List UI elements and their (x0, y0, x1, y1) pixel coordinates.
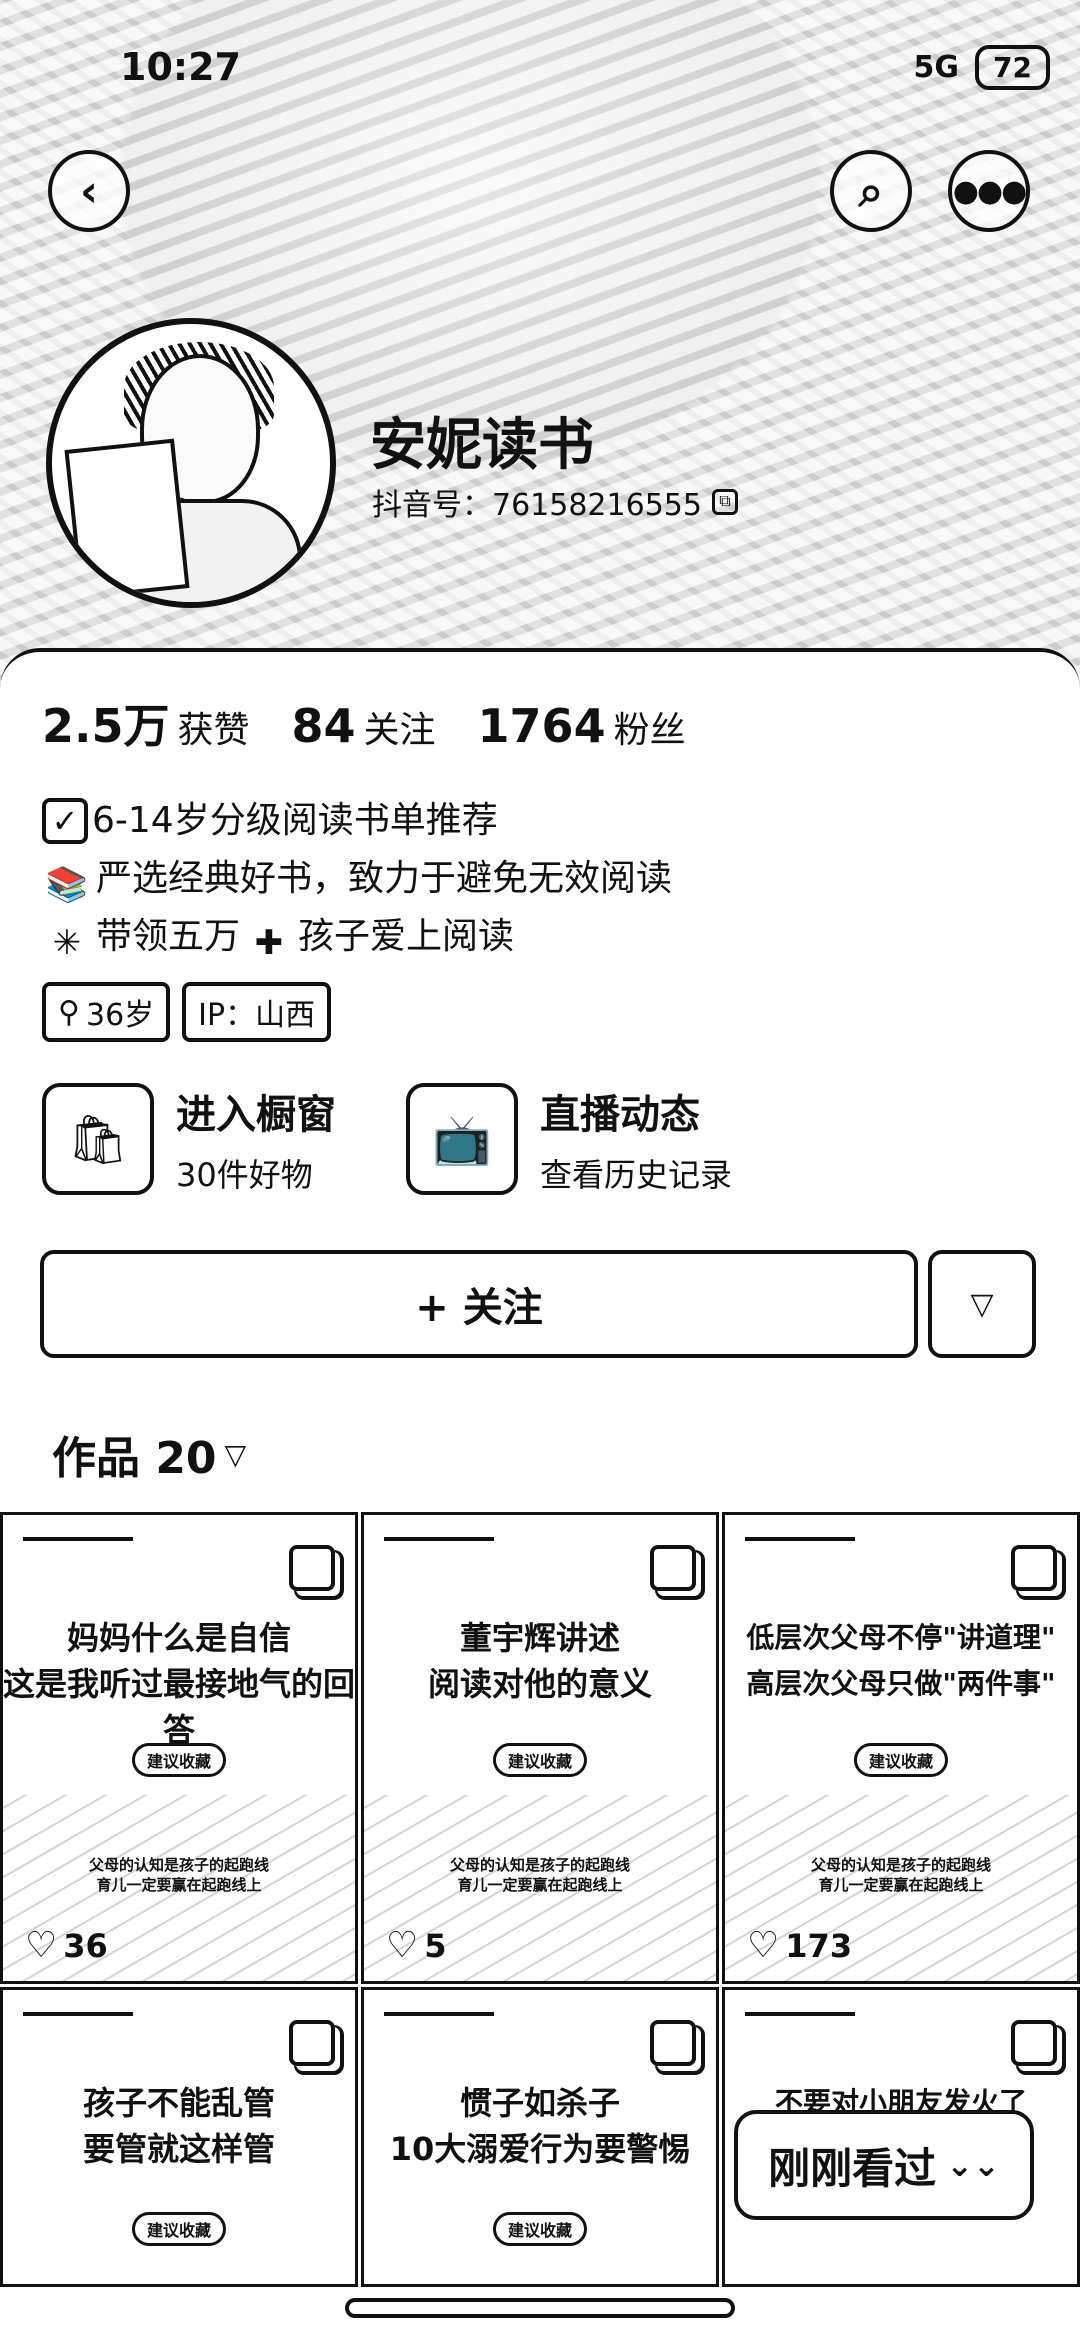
stat-likes-number: 2.5万 (42, 699, 170, 753)
work-likes: ♡ 5 (386, 1925, 447, 1966)
books-icon: 📚 (45, 865, 89, 905)
search-button[interactable]: ⌕ (830, 150, 912, 232)
bio-text-2: 严选经典好书，致力于避免无效阅读 (96, 858, 673, 899)
bio-text-3a: 带领五万 (96, 916, 241, 957)
stat-likes[interactable]: 2.5万 获赞 (42, 690, 250, 756)
stats-row: 2.5万 获赞 84 关注 1764 粉丝 (42, 690, 686, 756)
status-time: 10:27 (120, 45, 241, 89)
shop-window-subtitle: 30件好物 (176, 1156, 313, 1194)
profile-card: 2.5万 获赞 84 关注 1764 粉丝 ✓ 6-14岁分级阅读书单推荐 📚 … (0, 648, 1080, 2337)
live-title: 直播动态 (540, 1092, 700, 1138)
bio-line-1: ✓ 6-14岁分级阅读书单推荐 (42, 792, 672, 850)
douyin-id-text: 抖音号：76158216555 (372, 488, 702, 523)
bio-line-3: ✳ 带领五万 ✚ 孩子爱上阅读 (42, 908, 672, 966)
live-entry[interactable]: 📺 直播动态 查看历史记录 (406, 1082, 732, 1196)
work-tag: 建议收藏 (131, 1743, 227, 1777)
multi-image-icon (289, 1545, 335, 1591)
work-tag: 建议收藏 (131, 2212, 227, 2246)
ip-tag: IP：山西 (182, 982, 332, 1042)
work-title: 董宇辉讲述 阅读对他的意义 (427, 1619, 652, 1703)
battery-icon: 72 (975, 45, 1050, 90)
bio: ✓ 6-14岁分级阅读书单推荐 📚 严选经典好书，致力于避免无效阅读 ✳ 带领五… (42, 792, 672, 966)
work-tag: 建议收藏 (492, 2212, 588, 2246)
work-likes: ♡ 36 (25, 1925, 108, 1966)
work-item[interactable]: 妈妈什么是自信 这是我听过最接地气的回答 建议收藏 父母的认知是孩子的起跑线 育… (0, 1512, 358, 1984)
work-caption: 父母的认知是孩子的起跑线 育儿一定要赢在起跑线上 (449, 1856, 630, 1894)
just-viewed-button[interactable]: 刚刚看过 ⌄⌄ (734, 2110, 1034, 2220)
avatar[interactable] (46, 318, 336, 608)
more-icon: ●●● (952, 173, 1028, 209)
triangle-down-icon: ▽ (970, 1286, 994, 1322)
heart-icon: ♡ (386, 1925, 419, 1966)
work-caption: 父母的认知是孩子的起跑线 育儿一定要赢在起跑线上 (88, 1856, 269, 1894)
checkbox-icon: ✓ (42, 798, 88, 844)
tv-icon: 📺 (406, 1083, 518, 1195)
shop-window-entry[interactable]: 🛍 进入橱窗 30件好物 (42, 1082, 336, 1196)
heart-icon: ♡ (25, 1925, 58, 1966)
more-button[interactable]: ●●● (948, 150, 1030, 232)
work-caption: 父母的认知是孩子的起跑线 育儿一定要赢在起跑线上 (810, 1856, 991, 1894)
status-indicators: 5G 72 (914, 45, 1050, 90)
work-title: 低层次父母不停"讲道理" 高层次父母只做"两件事" (746, 1621, 1056, 1700)
work-item[interactable]: 孩子不能乱管 要管就这样管 建议收藏 (0, 1987, 358, 2287)
search-icon: ⌕ (858, 165, 884, 217)
shop-window-title: 进入橱窗 (176, 1092, 336, 1138)
signal-label: 5G (913, 50, 960, 85)
stat-followers[interactable]: 1764 粉丝 (478, 699, 686, 753)
work-title: 惯子如杀子 10大溺爱行为要警惕 (389, 2084, 691, 2168)
works-tab[interactable]: 作品 20 ▽ (52, 1422, 246, 1486)
douyin-id[interactable]: 抖音号：76158216555 ⧉ (372, 480, 738, 524)
avatar-book (64, 438, 190, 600)
live-subtitle: 查看历史记录 (540, 1156, 733, 1194)
profile-tags: ⚲ 36岁 IP：山西 (42, 982, 332, 1042)
work-item[interactable]: 董宇辉讲述 阅读对他的意义 建议收藏 父母的认知是孩子的起跑线 育儿一定要赢在起… (361, 1512, 719, 1984)
heart-icon: ♡ (747, 1925, 780, 1966)
back-button[interactable]: ‹ (48, 150, 130, 232)
sparkle-icon: ✳ (52, 923, 82, 963)
multi-image-icon (1011, 2020, 1057, 2066)
works-label: 作品 20 (52, 1433, 217, 1484)
nickname: 安妮读书 (370, 413, 594, 478)
work-tag: 建议收藏 (492, 1743, 588, 1777)
work-item[interactable]: 低层次父母不停"讲道理" 高层次父母只做"两件事" 建议收藏 父母的认知是孩子的… (722, 1512, 1080, 1984)
multi-image-icon (650, 1545, 696, 1591)
chevron-left-icon: ‹ (79, 165, 99, 217)
plus-icon: ✚ (254, 923, 284, 963)
work-title: 妈妈什么是自信 这是我听过最接地气的回答 (3, 1619, 356, 1749)
work-title: 孩子不能乱管 要管就这样管 (82, 2084, 275, 2168)
work-likes: ♡ 173 (747, 1925, 853, 1966)
bio-text-3b: 孩子爱上阅读 (298, 916, 515, 957)
just-viewed-label: 刚刚看过 (768, 2143, 937, 2193)
home-indicator[interactable] (345, 2298, 735, 2318)
age-tag: ⚲ 36岁 (42, 982, 171, 1042)
bio-text-1: 6-14岁分级阅读书单推荐 (92, 800, 498, 841)
double-chevron-down-icon: ⌄⌄ (946, 2146, 1000, 2184)
multi-image-icon (289, 2020, 335, 2066)
triangle-down-icon: ▽ (224, 1437, 247, 1471)
gender-icon: ⚲ (58, 994, 80, 1030)
work-item[interactable]: 惯子如杀子 10大溺爱行为要警惕 建议收藏 (361, 1987, 719, 2287)
bio-line-2: 📚 严选经典好书，致力于避免无效阅读 (42, 850, 672, 908)
stat-followers-number: 1764 (477, 699, 606, 753)
work-tag: 建议收藏 (853, 1743, 949, 1777)
stat-followers-label: 粉丝 (613, 710, 686, 751)
stat-following-number: 84 (291, 699, 356, 753)
recommend-dropdown-button[interactable]: ▽ (928, 1250, 1036, 1358)
ip-text: IP：山西 (198, 998, 316, 1033)
multi-image-icon (1011, 1545, 1057, 1591)
stat-following-label: 关注 (363, 710, 436, 751)
multi-image-icon (650, 2020, 696, 2066)
stat-following[interactable]: 84 关注 (292, 699, 436, 753)
entry-row: 🛍 进入橱窗 30件好物 📺 直播动态 查看历史记录 (42, 1082, 732, 1196)
age-text: 36岁 (85, 998, 155, 1033)
shopping-bag-icon: 🛍 (42, 1083, 154, 1195)
follow-button[interactable]: + 关注 (40, 1250, 918, 1358)
stat-likes-label: 获赞 (177, 710, 250, 751)
copy-icon[interactable]: ⧉ (711, 489, 738, 515)
